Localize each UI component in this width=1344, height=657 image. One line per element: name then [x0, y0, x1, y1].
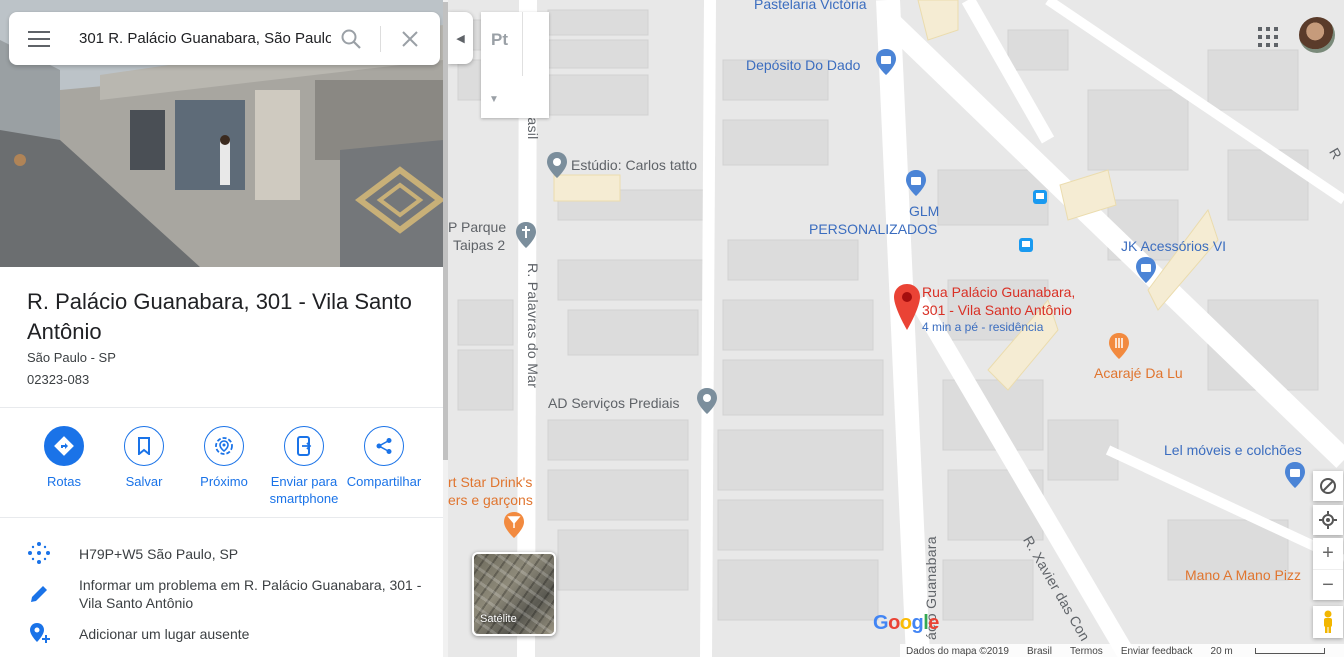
- map-footer: Dados do mapa ©2019 Brasil Termos Enviar…: [900, 644, 1344, 657]
- close-icon[interactable]: [398, 27, 422, 51]
- poi-label-ad[interactable]: AD Serviços Prediais: [548, 395, 680, 412]
- shopping-pin-icon[interactable]: [905, 170, 927, 196]
- plus-code-text: H79P+W5 São Paulo, SP: [79, 546, 239, 562]
- map-data-credit: Dados do mapa ©2019: [906, 646, 1009, 657]
- terms-link[interactable]: Termos: [1070, 646, 1103, 657]
- nearby-label: Próximo: [200, 474, 248, 489]
- satellite-layer-button[interactable]: Satélite: [472, 552, 556, 636]
- scale-bar: [1254, 648, 1325, 655]
- pin-subtitle: 4 min a pé - residência: [922, 320, 1044, 334]
- plus-code-icon: [28, 542, 50, 564]
- report-problem-text: Informar um problema em R. Palácio Guana…: [79, 577, 422, 611]
- save-label: Salvar: [125, 474, 163, 489]
- bus-stop-icon[interactable]: [1019, 238, 1033, 252]
- poi-label-garcons[interactable]: ers e garçons: [448, 492, 533, 509]
- language-switcher[interactable]: Pt ▼: [481, 12, 549, 118]
- collapse-panel-button[interactable]: ◀: [448, 12, 473, 64]
- save-button[interactable]: Salvar: [104, 426, 184, 490]
- place-title: R. Palácio Guanabara, 301 - Vila Santo A…: [27, 289, 412, 344]
- language-divider: [522, 12, 523, 76]
- nearby-icon: [204, 426, 244, 466]
- search-input[interactable]: [79, 12, 331, 65]
- location-pin-icon[interactable]: [894, 284, 920, 330]
- apps-grid-icon[interactable]: [1258, 27, 1278, 47]
- send-to-phone-icon: [284, 426, 324, 466]
- search-icon[interactable]: [339, 27, 363, 51]
- add-missing-place-row[interactable]: Adicionar um lugar ausente: [0, 621, 443, 647]
- satellite-label: Satélite: [480, 613, 517, 625]
- avatar[interactable]: [1299, 17, 1335, 53]
- side-panel: R. Palácio Guanabara, 301 - Vila Santo A…: [0, 0, 448, 657]
- poi-label-star-drinks[interactable]: rt Star Drink's: [448, 474, 532, 491]
- divider: [0, 407, 443, 408]
- shopping-pin-icon[interactable]: [875, 49, 897, 75]
- pencil-icon: [31, 586, 47, 602]
- poi-label-parque[interactable]: P Parque: [448, 219, 506, 236]
- bar-pin-icon[interactable]: [503, 512, 525, 538]
- my-location-icon[interactable]: [1313, 505, 1343, 535]
- poi-label-taipas[interactable]: Taipas 2: [453, 237, 505, 254]
- pin-title-line2[interactable]: 301 - Vila Santo Antônio: [922, 302, 1072, 319]
- share-label: Compartilhar: [346, 474, 422, 489]
- zoom-in-button[interactable]: +: [1313, 538, 1343, 569]
- pegman-icon[interactable]: [1313, 606, 1343, 638]
- directions-label: Rotas: [47, 474, 81, 489]
- divider: [0, 517, 443, 518]
- poi-label-glm-personalizados[interactable]: PERSONALIZADOS: [809, 221, 937, 238]
- poi-label-lel[interactable]: Lel móveis e colchões: [1164, 442, 1302, 459]
- feedback-link[interactable]: Enviar feedback: [1121, 646, 1193, 657]
- place-city: São Paulo - SP: [27, 350, 116, 365]
- street-label-palavras: R. Palavras do Mar: [525, 263, 541, 389]
- bookmark-icon: [124, 426, 164, 466]
- place-pin-icon[interactable]: [696, 388, 718, 414]
- zoom-control: + −: [1313, 538, 1343, 600]
- directions-icon: [44, 426, 84, 466]
- plus-code-row[interactable]: H79P+W5 São Paulo, SP: [0, 541, 443, 567]
- poi-label-glm[interactable]: GLM: [909, 203, 939, 220]
- zoom-out-button[interactable]: −: [1313, 569, 1343, 600]
- place-postal-code: 02323-083: [27, 372, 90, 387]
- directions-button[interactable]: Rotas: [24, 426, 104, 490]
- traffic-toggle-icon[interactable]: [1313, 471, 1343, 501]
- bus-stop-icon[interactable]: [1033, 190, 1047, 204]
- pin-title-line1[interactable]: Rua Palácio Guanabara,: [922, 284, 1075, 301]
- poi-label-estudio[interactable]: Estúdio: Carlos tatto: [571, 157, 697, 174]
- shopping-pin-icon[interactable]: [1284, 462, 1306, 488]
- poi-label-pastelaria[interactable]: Pastelaria Victória: [754, 0, 867, 13]
- restaurant-pin-icon[interactable]: [1108, 333, 1130, 359]
- nearby-button[interactable]: Próximo: [184, 426, 264, 490]
- google-logo: Google: [873, 612, 939, 634]
- chevron-down-icon[interactable]: ▼: [489, 94, 499, 105]
- search-divider: [380, 26, 381, 52]
- country-link[interactable]: Brasil: [1027, 646, 1052, 657]
- poi-label-deposito[interactable]: Depósito Do Dado: [746, 57, 860, 74]
- shopping-pin-icon[interactable]: [1135, 257, 1157, 283]
- map-canvas[interactable]: Pastelaria Victória Depósito Do Dado Est…: [448, 0, 1344, 657]
- place-pin-icon[interactable]: [546, 152, 568, 178]
- scrollbar[interactable]: [443, 0, 448, 657]
- scrollbar-thumb[interactable]: [443, 2, 448, 460]
- search-box: [9, 12, 440, 65]
- church-pin-icon[interactable]: [515, 222, 537, 248]
- poi-label-mano[interactable]: Mano A Mano Pizz: [1185, 567, 1301, 584]
- add-missing-place-text: Adicionar um lugar ausente: [79, 626, 250, 642]
- send-to-phone-label: Enviar para smartphone: [269, 474, 339, 506]
- send-to-phone-button[interactable]: Enviar para smartphone: [264, 426, 344, 507]
- language-label: Pt: [491, 30, 508, 49]
- scale-label[interactable]: 20 m: [1211, 646, 1325, 657]
- poi-label-acaraje[interactable]: Acarajé Da Lu: [1094, 365, 1183, 382]
- hamburger-menu-icon[interactable]: [28, 31, 50, 47]
- share-icon: [364, 426, 404, 466]
- share-button[interactable]: Compartilhar: [344, 426, 424, 490]
- poi-label-jk[interactable]: JK Acessórios VI: [1121, 238, 1226, 255]
- report-problem-row[interactable]: Informar um problema em R. Palácio Guana…: [0, 576, 443, 612]
- add-place-icon: [30, 623, 50, 643]
